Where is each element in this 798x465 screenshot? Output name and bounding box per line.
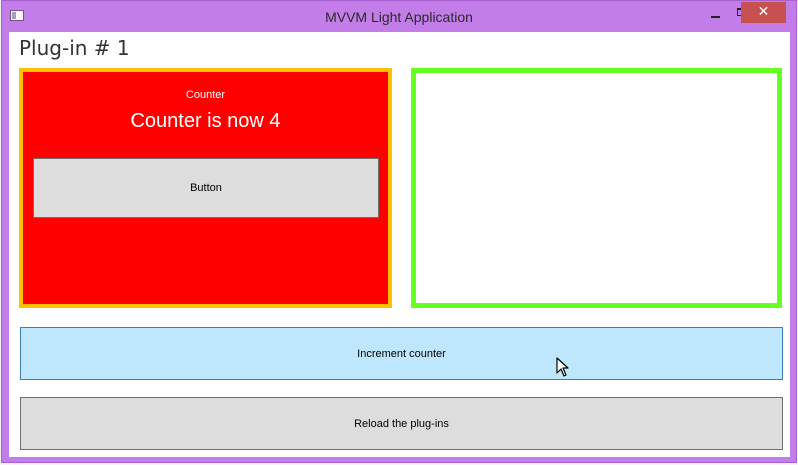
plugin-button[interactable]: Button [33, 158, 379, 218]
close-button[interactable]: ✕ [741, 2, 786, 23]
mouse-cursor-icon [556, 357, 569, 377]
window-title: MVVM Light Application [325, 9, 473, 25]
close-icon: ✕ [757, 4, 770, 20]
counter-label: Counter [185, 89, 226, 101]
counter-plugin-panel: Counter Counter is now 4 Button [19, 68, 392, 308]
reload-plugins-label: Reload the plug-ins [354, 417, 449, 430]
plugin-button-label: Button [190, 182, 222, 194]
minimize-button[interactable] [702, 2, 728, 23]
plugin-title: Plug-in # 1 [19, 36, 130, 60]
title-bar[interactable]: MVVM Light Application ✕ [2, 1, 796, 32]
empty-plugin-panel [411, 68, 782, 308]
minimize-icon [711, 16, 720, 18]
counter-value: Counter is now 4 [130, 110, 281, 132]
app-window: MVVM Light Application ✕ Plug-in # 1 Cou… [1, 0, 797, 463]
increment-counter-label: Increment counter [357, 347, 446, 360]
increment-counter-button[interactable]: Increment counter [20, 327, 783, 380]
window-content: Plug-in # 1 Counter Counter is now 4 But… [9, 32, 790, 457]
reload-plugins-button[interactable]: Reload the plug-ins [20, 397, 783, 450]
